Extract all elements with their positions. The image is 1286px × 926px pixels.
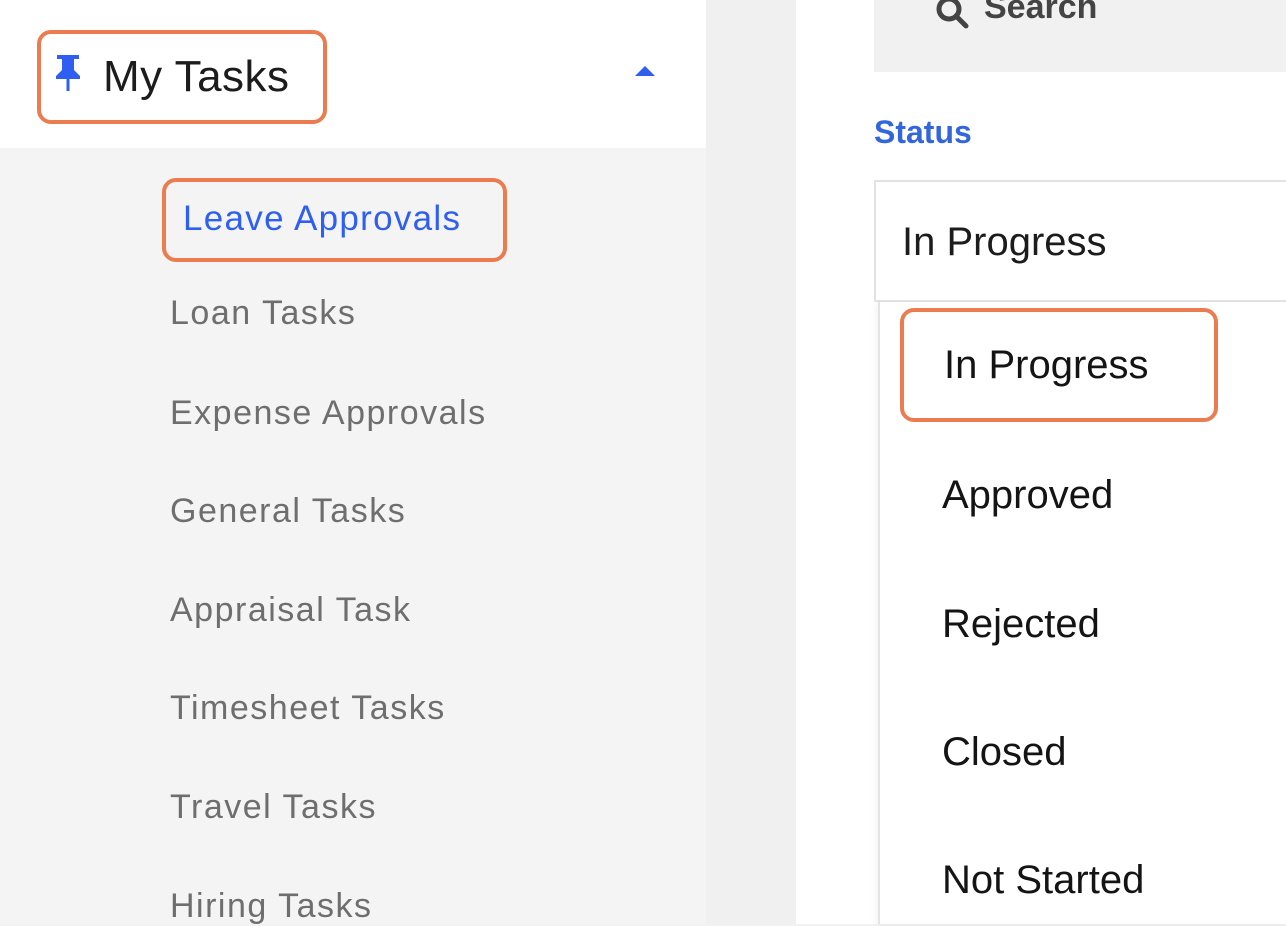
sidebar-item-appraisal-task[interactable]: Appraisal Task — [170, 590, 412, 630]
my-tasks-header[interactable]: My Tasks — [37, 30, 327, 124]
sidebar-item-leave-approvals[interactable]: Leave Approvals — [162, 178, 507, 262]
pin-icon — [53, 55, 83, 91]
sidebar-item-general-tasks[interactable]: General Tasks — [170, 491, 406, 531]
sidebar-header: My Tasks — [0, 0, 706, 148]
caret-up-icon[interactable] — [633, 64, 657, 78]
status-option-not-started[interactable]: Not Started — [942, 857, 1144, 903]
sidebar-item-loan-tasks[interactable]: Loan Tasks — [170, 293, 356, 333]
search-button[interactable]: Search — [874, 0, 1286, 72]
sidebar-item-expense-approvals[interactable]: Expense Approvals — [170, 393, 487, 433]
filter-panel: Search Status In Progress In Progress Ap… — [796, 0, 1286, 924]
sidebar-title: My Tasks — [103, 52, 290, 101]
sidebar-item-timesheet-tasks[interactable]: Timesheet Tasks — [170, 688, 446, 728]
status-option-in-progress[interactable]: In Progress — [900, 308, 1218, 422]
status-option-closed[interactable]: Closed — [942, 729, 1067, 775]
sidebar: My Tasks Leave Approvals Loan Tasks Expe… — [0, 0, 706, 926]
search-icon — [934, 0, 970, 30]
status-select[interactable]: In Progress — [874, 180, 1286, 302]
search-label: Search — [984, 0, 1098, 26]
status-option-rejected[interactable]: Rejected — [942, 601, 1100, 647]
sidebar-item-travel-tasks[interactable]: Travel Tasks — [170, 787, 377, 827]
status-label: Status — [874, 114, 972, 150]
status-dropdown: In Progress Approved Rejected Closed Not… — [878, 302, 1286, 924]
panel-divider — [706, 0, 796, 924]
sidebar-item-hiring-tasks[interactable]: Hiring Tasks — [170, 886, 373, 926]
status-option-approved[interactable]: Approved — [942, 472, 1113, 518]
status-selected-value: In Progress — [902, 220, 1107, 264]
